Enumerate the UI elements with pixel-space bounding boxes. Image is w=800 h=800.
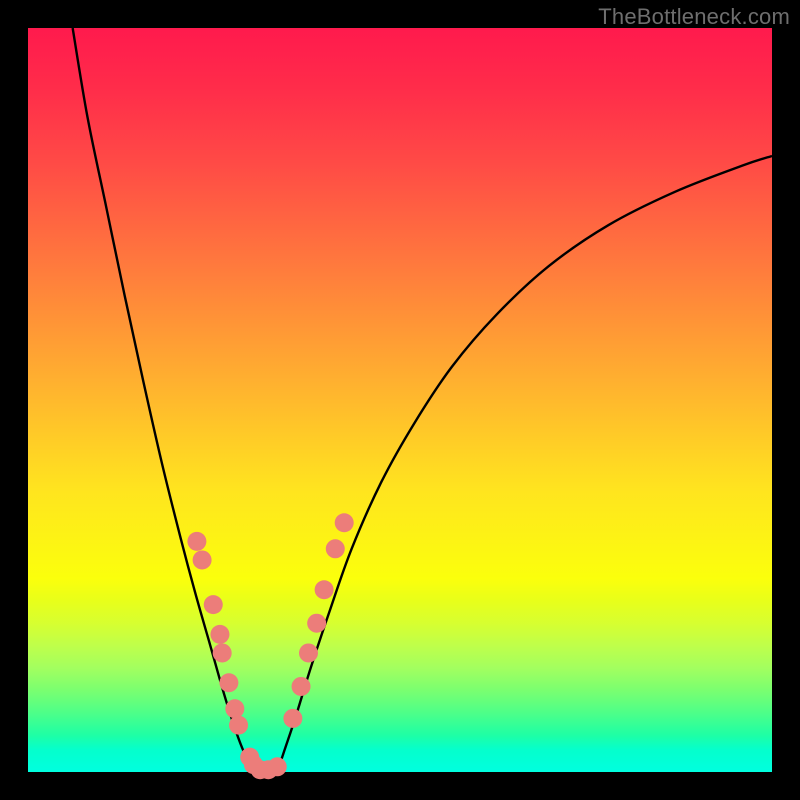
chart-marker <box>268 757 287 776</box>
chart-marker <box>204 595 223 614</box>
chart-marker <box>307 614 326 633</box>
chart-svg <box>28 28 772 772</box>
watermark-text: TheBottleneck.com <box>598 4 790 30</box>
chart-marker <box>326 539 345 558</box>
chart-marker <box>213 643 232 662</box>
chart-marker <box>292 677 311 696</box>
curve-right <box>277 156 772 772</box>
chart-marker <box>193 550 212 569</box>
chart-markers <box>187 513 353 779</box>
chart-marker <box>283 709 302 728</box>
chart-marker <box>225 699 244 718</box>
chart-marker <box>229 716 248 735</box>
chart-marker <box>187 532 206 551</box>
chart-marker <box>315 580 334 599</box>
chart-marker <box>335 513 354 532</box>
chart-frame: TheBottleneck.com <box>0 0 800 800</box>
chart-marker <box>219 673 238 692</box>
chart-plot-area <box>28 28 772 772</box>
chart-marker <box>299 643 318 662</box>
chart-marker <box>210 625 229 644</box>
